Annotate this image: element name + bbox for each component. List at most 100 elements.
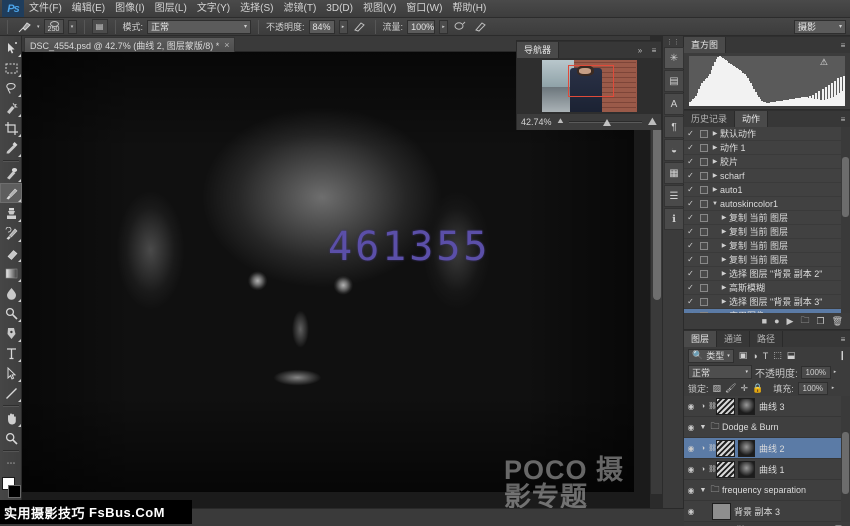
navigator-zoom-value[interactable]: 42.74% [521, 117, 552, 127]
eyedropper-tool[interactable] [0, 138, 22, 158]
delete-icon[interactable]: 🗑 [832, 316, 843, 327]
chevron-right-icon[interactable]: ▶ [719, 242, 729, 249]
double-chevron-right-icon[interactable]: » [633, 42, 647, 58]
info-panel-icon[interactable]: ℹ [664, 208, 684, 230]
play-selection-icon[interactable]: ▶ [787, 316, 794, 327]
layer-mask-thumbnail[interactable] [738, 461, 755, 478]
small-mountain-icon[interactable]: ⛰ [558, 118, 564, 126]
link-icon[interactable]: ⛓ [708, 465, 716, 473]
layer-fill-input[interactable]: 100% [798, 382, 828, 395]
chevron-right-icon[interactable]: ▶ [710, 172, 720, 179]
slider-knob[interactable] [603, 119, 611, 126]
action-toggle-checkbox[interactable]: ✓ [684, 213, 697, 222]
action-dialog-toggle[interactable] [697, 130, 710, 138]
tab-histogram[interactable]: 直方图 [684, 37, 726, 53]
action-row[interactable]: ✓▶应用图像 [684, 309, 850, 313]
action-dialog-toggle[interactable] [697, 172, 710, 180]
layer-row[interactable]: ◉◑⛓曲线 1 [684, 459, 850, 480]
filter-smart-objects-icon[interactable]: ⬓ [787, 350, 796, 361]
tab-layers[interactable]: 图层 [684, 331, 717, 347]
action-dialog-toggle[interactable] [697, 242, 710, 250]
chevron-right-icon[interactable]: ▶ [719, 214, 729, 221]
history-brush-tool[interactable] [0, 223, 22, 243]
flow-input[interactable]: 100% [407, 20, 435, 34]
action-row[interactable]: ✓▶高斯模糊 [684, 281, 850, 295]
layer-thumbnail[interactable] [716, 461, 735, 478]
layer-thumbnail[interactable] [716, 398, 735, 415]
tab-paths[interactable]: 路径 [750, 331, 783, 347]
action-toggle-checkbox[interactable]: ✓ [684, 199, 697, 208]
lock-position-icon[interactable]: ✛ [740, 383, 748, 394]
opacity-input[interactable]: 84% [309, 20, 335, 34]
action-row[interactable]: ✓▶胶片 [684, 155, 850, 169]
menu-type[interactable]: 文字(Y) [192, 0, 235, 18]
action-dialog-toggle[interactable] [697, 270, 710, 278]
chevron-right-icon[interactable]: ▶ [710, 130, 720, 137]
navigator-zoom-slider[interactable] [569, 117, 641, 127]
horizontal-type-tool[interactable] [0, 343, 22, 363]
large-mountain-icon[interactable]: ⛰ [648, 116, 657, 129]
panel-menu-icon[interactable]: ≡ [836, 331, 850, 347]
menu-select[interactable]: 选择(S) [235, 0, 278, 18]
tab-channels[interactable]: 通道 [717, 331, 750, 347]
begin-recording-icon[interactable]: ● [774, 316, 779, 326]
new-group-icon[interactable]: 🗀 [799, 523, 808, 526]
layers-list[interactable]: ◉◑⛓曲线 3◉▼🗀Dodge & Burn◉◑⛓曲线 2◉◑⛓曲线 1◉▼🗀f… [684, 396, 850, 522]
action-toggle-checkbox[interactable]: ✓ [684, 129, 697, 138]
layer-filter-type-select[interactable]: 🔍 类型 ▾ [688, 349, 734, 363]
layer-mask-thumbnail[interactable] [738, 398, 755, 415]
brush-tool[interactable] [0, 183, 22, 203]
navigator-view-box[interactable] [568, 65, 614, 97]
filter-pixel-layers-icon[interactable]: ▣ [739, 350, 748, 361]
action-dialog-toggle[interactable] [697, 186, 710, 194]
menu-file[interactable]: 文件(F) [24, 0, 67, 18]
blend-mode-select[interactable]: 正常 ▾ [147, 20, 251, 34]
lock-all-icon[interactable]: 🔒 [752, 383, 763, 394]
opacity-slider-button[interactable]: ▸ [834, 369, 837, 375]
brush-tool-icon[interactable] [15, 19, 33, 34]
path-selection-tool[interactable] [0, 363, 22, 383]
action-dialog-toggle[interactable] [697, 144, 710, 152]
close-icon[interactable]: × [224, 40, 229, 50]
action-row[interactable]: ✓▼autoskincolor1 [684, 197, 850, 211]
panel-menu-icon[interactable]: ≡ [836, 37, 850, 53]
brush-panel-toggle-icon[interactable]: ▤ [92, 19, 108, 34]
action-row[interactable]: ✓▶auto1 [684, 183, 850, 197]
menu-image[interactable]: 图像(I) [110, 0, 149, 18]
layer-blend-mode-select[interactable]: 正常 ▾ [688, 365, 752, 379]
character-panel-icon[interactable]: A [664, 93, 684, 115]
menu-edit[interactable]: 编辑(E) [67, 0, 110, 18]
scrollbar-thumb[interactable] [842, 157, 849, 217]
action-toggle-checkbox[interactable]: ✓ [684, 143, 697, 152]
action-toggle-checkbox[interactable]: ✓ [684, 157, 697, 166]
spot-healing-brush-tool[interactable] [0, 163, 22, 183]
layer-thumbnail[interactable] [712, 503, 731, 520]
eye-icon[interactable]: ◉ [684, 423, 698, 432]
chevron-right-icon[interactable]: ▶ [719, 298, 729, 305]
filter-type-layers-icon[interactable]: T [763, 351, 769, 361]
brush-preset-picker-button[interactable]: ▾ [68, 20, 77, 34]
action-row[interactable]: ✓▶复制 当前 图层 [684, 211, 850, 225]
paragraph-panel-icon[interactable]: ¶ [664, 116, 684, 138]
pen-tool[interactable] [0, 323, 22, 343]
tab-navigator[interactable]: 导航器 [517, 42, 559, 58]
new-set-icon[interactable]: 🗀 [800, 313, 809, 329]
action-row[interactable]: ✓▶动作 1 [684, 141, 850, 155]
dock-grip-icon[interactable]: ⋮⋮ [663, 38, 683, 46]
layer-row[interactable]: ◉▼🗀frequency separation [684, 480, 850, 501]
action-toggle-checkbox[interactable]: ✓ [684, 283, 697, 292]
tab-history[interactable]: 历史记录 [684, 111, 735, 127]
actions-list[interactable]: ✓▶默认动作✓▶动作 1✓▶胶片✓▶scharf✓▶auto1✓▼autoski… [684, 127, 850, 313]
layer-mask-thumbnail[interactable] [738, 440, 755, 457]
navigator-preview[interactable] [517, 58, 661, 114]
action-toggle-checkbox[interactable]: ✓ [684, 241, 697, 250]
action-row[interactable]: ✓▶默认动作 [684, 127, 850, 141]
action-row[interactable]: ✓▶复制 当前 图层 [684, 225, 850, 239]
panel-menu-icon[interactable]: ≡ [647, 42, 661, 58]
action-toggle-checkbox[interactable]: ✓ [684, 269, 697, 278]
styles-panel-icon[interactable]: ▤ [664, 70, 684, 92]
action-dialog-toggle[interactable] [697, 298, 710, 306]
chevron-right-icon[interactable]: ▶ [710, 186, 720, 193]
action-dialog-toggle[interactable] [697, 200, 710, 208]
menu-window[interactable]: 窗口(W) [401, 0, 447, 18]
